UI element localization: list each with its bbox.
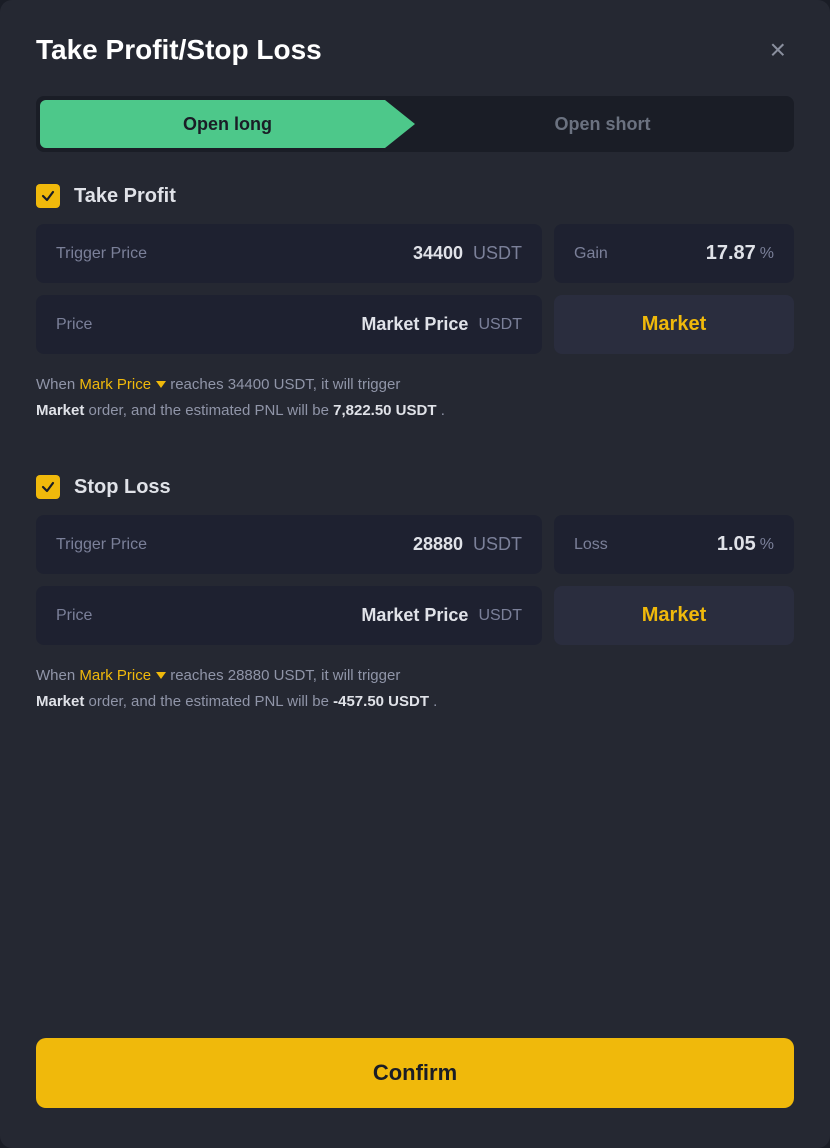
mark-price-link[interactable]: Mark Price xyxy=(79,372,166,398)
stop-loss-price-value: Market Price USDT xyxy=(361,605,522,626)
modal-header: Take Profit/Stop Loss × xyxy=(36,32,794,68)
tab-open-long[interactable]: Open long xyxy=(40,100,415,148)
stop-loss-header: Stop Loss xyxy=(36,475,794,499)
stop-loss-price-label: Price xyxy=(56,607,92,625)
stop-loss-price-field[interactable]: Price Market Price USDT xyxy=(36,586,542,645)
stop-loss-trigger-label: Trigger Price xyxy=(56,536,147,554)
stop-loss-trigger-value: 28880 USDT xyxy=(413,534,522,555)
mark-price-dropdown-icon xyxy=(156,381,166,388)
gain-value: 17.87 % xyxy=(706,242,774,265)
modal-container: Take Profit/Stop Loss × Open long Open s… xyxy=(0,0,830,1148)
loss-value: 1.05 % xyxy=(717,533,774,556)
stop-loss-section: Stop Loss Trigger Price 28880 USDT Loss … xyxy=(36,475,794,742)
stop-loss-mark-price-link[interactable]: Mark Price xyxy=(79,663,166,689)
stop-loss-info: When Mark Price reaches 28880 USDT, it w… xyxy=(36,663,794,714)
gain-label: Gain xyxy=(574,245,608,263)
stop-loss-label: Stop Loss xyxy=(74,476,171,499)
stop-loss-trigger-row: Trigger Price 28880 USDT Loss 1.05 % xyxy=(36,515,794,574)
close-button[interactable]: × xyxy=(762,32,794,68)
modal-title: Take Profit/Stop Loss xyxy=(36,34,322,66)
tab-open-short[interactable]: Open short xyxy=(415,100,790,148)
take-profit-trigger-value: 34400 USDT xyxy=(413,243,522,264)
take-profit-price-label: Price xyxy=(56,316,92,334)
take-profit-section: Take Profit Trigger Price 34400 USDT Gai… xyxy=(36,184,794,451)
take-profit-checkbox[interactable] xyxy=(36,184,60,208)
stop-loss-mark-price-dropdown-icon xyxy=(156,672,166,679)
tab-switcher: Open long Open short xyxy=(36,96,794,152)
take-profit-info: When Mark Price reaches 34400 USDT, it w… xyxy=(36,372,794,423)
stop-loss-trigger-field[interactable]: Trigger Price 28880 USDT xyxy=(36,515,542,574)
take-profit-trigger-row: Trigger Price 34400 USDT Gain 17.87 % xyxy=(36,224,794,283)
take-profit-price-value: Market Price USDT xyxy=(361,314,522,335)
take-profit-header: Take Profit xyxy=(36,184,794,208)
stop-loss-loss-field: Loss 1.05 % xyxy=(554,515,794,574)
stop-loss-market-button[interactable]: Market xyxy=(554,586,794,645)
take-profit-price-row: Price Market Price USDT Market xyxy=(36,295,794,354)
take-profit-gain-field: Gain 17.87 % xyxy=(554,224,794,283)
confirm-button[interactable]: Confirm xyxy=(36,1038,794,1108)
stop-loss-checkbox[interactable] xyxy=(36,475,60,499)
take-profit-market-button[interactable]: Market xyxy=(554,295,794,354)
stop-loss-price-row: Price Market Price USDT Market xyxy=(36,586,794,645)
take-profit-trigger-field[interactable]: Trigger Price 34400 USDT xyxy=(36,224,542,283)
take-profit-trigger-label: Trigger Price xyxy=(56,245,147,263)
take-profit-price-field[interactable]: Price Market Price USDT xyxy=(36,295,542,354)
take-profit-label: Take Profit xyxy=(74,185,176,208)
loss-label: Loss xyxy=(574,536,608,554)
